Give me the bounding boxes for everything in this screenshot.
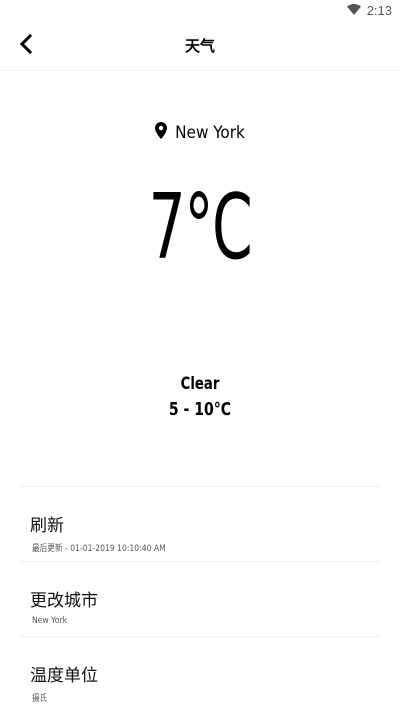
setting-temperature-unit[interactable]: 温度单位 摄氏 — [20, 636, 380, 711]
setting-change-city[interactable]: 更改城市 New York — [20, 561, 380, 636]
city-name: New York — [175, 123, 245, 143]
temperature: 7°C — [148, 175, 253, 280]
setting-subtitle: 摄氏 — [32, 694, 48, 704]
location-pin-icon — [155, 122, 168, 144]
location: New York — [0, 122, 400, 144]
settings-list: 刷新 最后更新 - 01-01-2019 10:10:40 AM 更改城市 Ne… — [20, 486, 380, 711]
weather-condition: Clear — [180, 374, 220, 394]
setting-title: 更改城市 — [30, 591, 98, 611]
toolbar: 天气 — [0, 22, 400, 71]
setting-subtitle: New York — [32, 616, 68, 626]
status-right: 2:13 — [346, 3, 392, 18]
temperature-range: 5 - 10°C — [168, 399, 232, 420]
page-title: 天气 — [184, 37, 215, 55]
status-time: 2:13 — [366, 3, 392, 18]
wifi-icon — [346, 3, 361, 18]
setting-title: 刷新 — [30, 516, 64, 536]
setting-refresh[interactable]: 刷新 最后更新 - 01-01-2019 10:10:40 AM — [20, 486, 380, 561]
setting-subtitle: 最后更新 - 01-01-2019 10:10:40 AM — [32, 544, 166, 554]
status-bar: 2:13 — [0, 0, 400, 22]
setting-title: 温度单位 — [30, 666, 98, 686]
